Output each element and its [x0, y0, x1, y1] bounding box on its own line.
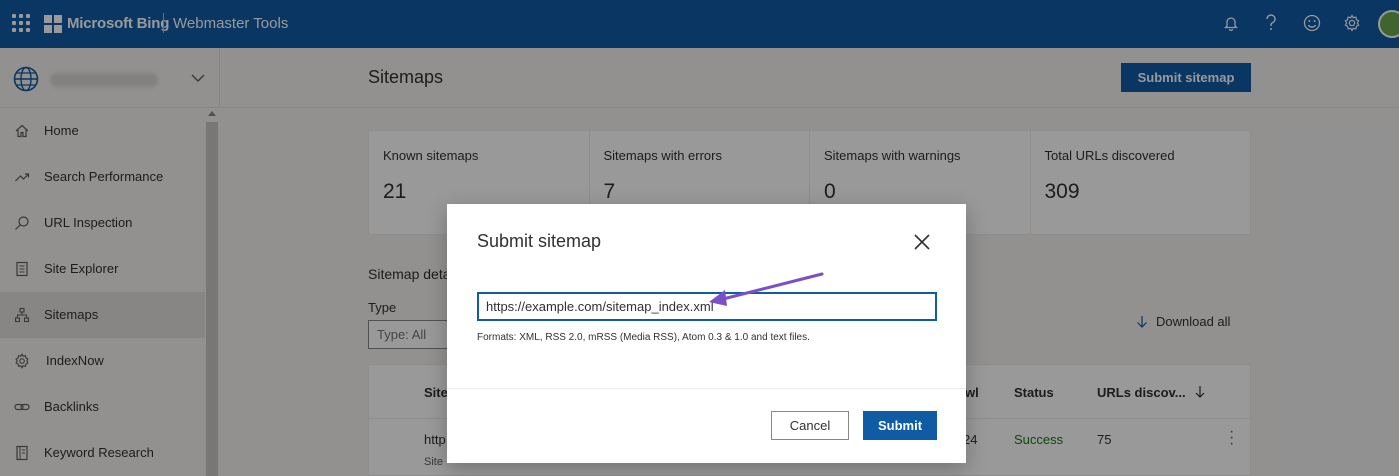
- submit-sitemap-dialog: Submit sitemap Formats: XML, RSS 2.0, mR…: [447, 204, 966, 463]
- dialog-title: Submit sitemap: [477, 231, 602, 251]
- formats-hint: Formats: XML, RSS 2.0, mRSS (Media RSS),…: [477, 332, 810, 343]
- annotation-arrow-icon: [709, 272, 824, 306]
- submit-button[interactable]: Submit: [863, 411, 937, 440]
- cancel-button[interactable]: Cancel: [771, 411, 849, 440]
- dialog-divider: [447, 388, 966, 389]
- close-icon[interactable]: [910, 230, 934, 254]
